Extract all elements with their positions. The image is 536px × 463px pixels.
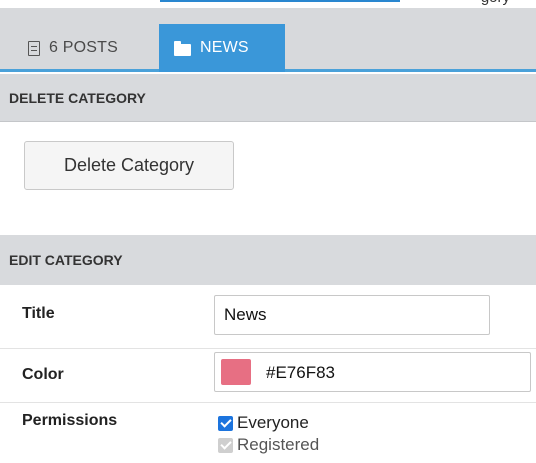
top-accent-line xyxy=(160,0,400,2)
tab-posts[interactable]: 6 POSTS xyxy=(14,24,158,72)
permissions-list: Everyone Registered xyxy=(218,412,319,456)
color-row: Color #E76F83 xyxy=(0,349,536,403)
tab-news-label: NEWS xyxy=(200,39,249,56)
top-clipped-area: gory xyxy=(0,0,536,8)
tab-news[interactable]: NEWS xyxy=(159,24,285,72)
permission-everyone-label: Everyone xyxy=(237,413,309,432)
checkbox-everyone[interactable] xyxy=(218,415,233,431)
permissions-row: Permissions Everyone Registered xyxy=(0,403,536,463)
tab-posts-label: 6 POSTS xyxy=(49,39,118,56)
permissions-label: Permissions xyxy=(22,412,118,429)
folder-icon xyxy=(174,40,191,56)
document-icon xyxy=(28,40,40,56)
color-value: #E76F83 xyxy=(266,363,335,382)
title-row: Title xyxy=(0,285,536,349)
color-picker-field[interactable]: #E76F83 xyxy=(214,352,531,392)
delete-category-button[interactable]: Delete Category xyxy=(24,141,234,190)
color-label: Color xyxy=(22,366,64,383)
title-input[interactable] xyxy=(214,295,490,335)
delete-category-header: DELETE CATEGORY xyxy=(0,74,536,122)
clipped-heading-text: gory xyxy=(481,0,510,6)
permission-everyone[interactable]: Everyone xyxy=(218,412,319,434)
permission-registered: Registered xyxy=(218,434,319,456)
title-label: Title xyxy=(22,305,55,322)
permission-registered-label: Registered xyxy=(237,435,320,454)
tab-bar: 6 POSTS NEWS xyxy=(0,8,536,72)
color-swatch[interactable] xyxy=(221,359,251,385)
edit-category-header: EDIT CATEGORY xyxy=(0,235,536,285)
checkbox-registered xyxy=(218,437,233,453)
